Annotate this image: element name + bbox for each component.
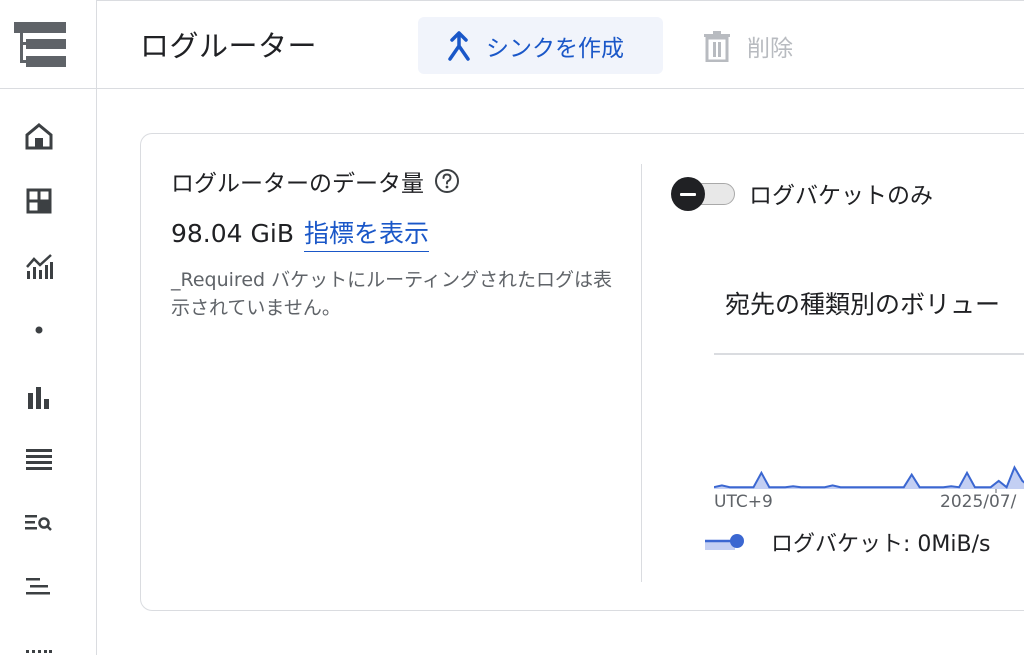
trash-icon	[704, 30, 730, 62]
chart-divider	[714, 353, 1024, 355]
create-sink-button[interactable]: シンクを作成	[418, 17, 663, 74]
analytics-icon[interactable]	[18, 245, 60, 287]
left-nav-rail	[0, 0, 97, 655]
legend-swatch-icon	[705, 534, 744, 550]
chart-legend: ログバケット: 0MiB/s	[705, 526, 990, 558]
bucket-only-toggle[interactable]	[671, 177, 737, 211]
merge-icon	[448, 30, 470, 61]
view-metrics-link[interactable]: 指標を表示	[304, 214, 430, 252]
volume-value-row: 98.04 GiB 指標を表示	[171, 214, 621, 252]
required-bucket-note: _Required バケットにルーティングされたログは表示されていません。	[171, 269, 612, 319]
page-header: ログルーター シンクを作成 削除	[97, 0, 1024, 89]
home-icon[interactable]	[18, 115, 60, 157]
volume-chart	[714, 465, 1024, 493]
menu-icon[interactable]	[14, 20, 66, 70]
dashboard-icon[interactable]	[18, 180, 60, 222]
x-axis-timezone-label: UTC+9	[714, 492, 773, 512]
chart-title: 宛先の種類別のボリュー	[725, 290, 1001, 319]
pane-divider	[641, 164, 642, 582]
help-icon[interactable]	[434, 168, 460, 194]
page-title: ログルーター	[140, 29, 318, 63]
volume-label-row: ログルーターのデータ量	[171, 164, 621, 198]
dot-icon[interactable]	[18, 309, 60, 351]
delete-label: 削除	[747, 35, 793, 62]
chart-pane: ログバケットのみ 宛先の種類別のボリュー UTC+9 2025/07/ ログバケ…	[671, 164, 1024, 584]
bucket-only-toggle-row: ログバケットのみ	[671, 176, 933, 211]
log-volume-card: ログルーターのデータ量 98.04 GiB 指標を表示 _Required バケ…	[140, 133, 1024, 611]
rail-header	[0, 0, 96, 89]
x-axis-date-label: 2025/07/	[940, 492, 1017, 512]
delete-button[interactable]: 削除	[703, 17, 793, 74]
volume-label: ログルーターのデータ量	[171, 171, 424, 197]
search-list-icon[interactable]	[18, 502, 60, 544]
toggle-knob	[671, 177, 705, 211]
volume-value: 98.04 GiB	[171, 219, 294, 248]
legend-label: ログバケット: 0MiB/s	[771, 532, 991, 557]
sort-icon[interactable]	[18, 566, 60, 608]
grid-icon[interactable]	[18, 630, 60, 655]
bar-chart-icon[interactable]	[18, 376, 60, 418]
bucket-only-label: ログバケットのみ	[749, 183, 933, 209]
create-sink-label: シンクを作成	[486, 35, 624, 62]
chart-area	[714, 467, 1024, 489]
list-icon[interactable]	[18, 438, 60, 480]
volume-pane: ログルーターのデータ量 98.04 GiB 指標を表示 _Required バケ…	[171, 164, 621, 322]
